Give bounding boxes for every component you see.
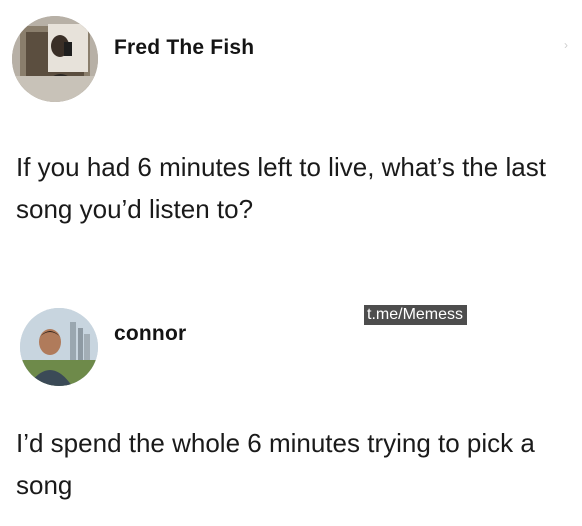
post-text: If you had 6 minutes left to live, what’…	[16, 152, 546, 224]
avatar-photo	[20, 308, 98, 386]
avatar[interactable]	[20, 308, 98, 386]
post-fred-the-fish: Fred The Fish › If you had 6 minutes lef…	[0, 0, 582, 262]
avatar-photo	[12, 16, 98, 102]
post-text: I’d spend the whole 6 minutes trying to …	[16, 428, 535, 500]
watermark-label: t.me/Memess	[364, 305, 468, 325]
post-connor: connor t.me/Memess I’d spend the whole 6…	[0, 298, 582, 526]
author-name[interactable]: Fred The Fish	[114, 36, 254, 60]
avatar[interactable]	[12, 16, 98, 102]
author-name[interactable]: connor	[114, 322, 186, 346]
chevron-right-icon[interactable]: ›	[564, 39, 574, 51]
